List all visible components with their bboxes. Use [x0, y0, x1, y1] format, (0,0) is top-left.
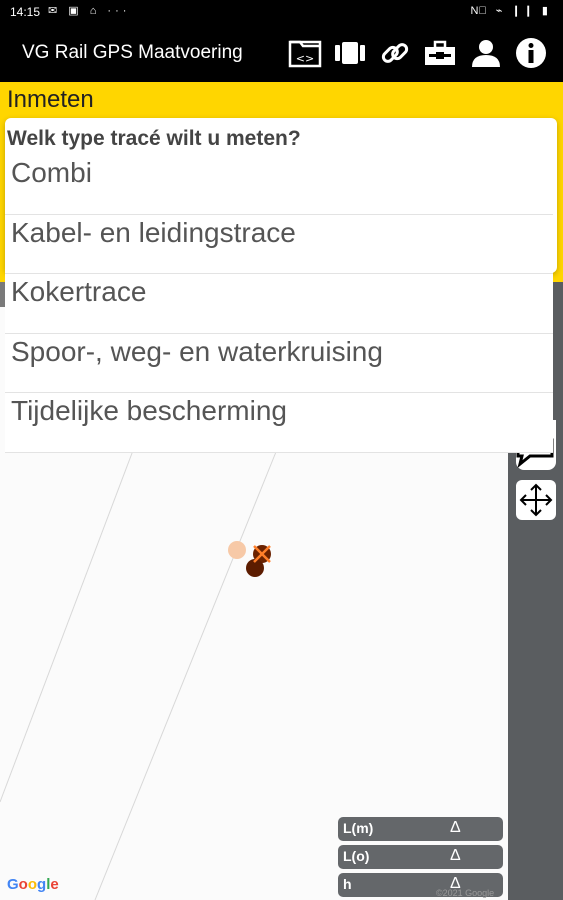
gps-position-marker — [228, 541, 246, 559]
option-tijdelijke-bescherming[interactable]: Tijdelijke bescherming — [5, 393, 553, 453]
svg-text:<>: <> — [296, 52, 314, 65]
move-button[interactable] — [516, 480, 556, 520]
google-logo: Google — [7, 876, 59, 893]
dialog-title: Welk type tracé wilt u meten? — [7, 127, 301, 150]
delta-icon: Δ — [450, 847, 461, 864]
option-combi[interactable]: Combi — [5, 155, 553, 215]
map-copyright: ©2021 Google — [436, 888, 495, 898]
option-spoor-weg-waterkruising[interactable]: Spoor-, weg- en waterkruising — [5, 333, 553, 394]
measure-label: L(m) — [343, 820, 374, 836]
user-icon[interactable] — [469, 36, 503, 70]
info-icon[interactable] — [514, 36, 548, 70]
option-kokertrace[interactable]: Kokertrace — [5, 274, 553, 334]
option-kabel-leidingstrace[interactable]: Kabel- en leidingstrace — [5, 214, 553, 275]
trace-type-options: Combi Kabel- en leidingstrace Kokertrace… — [5, 155, 553, 453]
app-title: VG Rail GPS Maatvoering — [22, 42, 243, 63]
toolbox-icon[interactable] — [423, 36, 457, 70]
move-arrows-icon — [519, 483, 553, 517]
notification-icons: ✉ ▣ ⌂ ··· — [48, 5, 131, 17]
delta-icon: Δ — [450, 819, 461, 836]
measurement-length-row: L(m) Δ — [338, 817, 503, 841]
measurement-offset-row: L(o) Δ — [338, 845, 503, 869]
status-bar: 14:15 ✉ ▣ ⌂ ··· N⃥ ⌁ ❙❙ ▮ — [0, 0, 563, 24]
link-icon[interactable] — [378, 36, 412, 70]
system-status-icons: N⃥ ⌁ ❙❙ ▮ — [470, 5, 551, 17]
panel-title: Inmeten — [7, 86, 94, 113]
measure-label: L(o) — [343, 848, 370, 864]
status-time: 14:15 — [10, 5, 41, 19]
app-bar: VG Rail GPS Maatvoering <> — [0, 24, 563, 82]
folder-code-icon[interactable]: <> — [288, 36, 322, 70]
measure-label: h — [343, 876, 352, 892]
film-icon[interactable] — [333, 36, 367, 70]
